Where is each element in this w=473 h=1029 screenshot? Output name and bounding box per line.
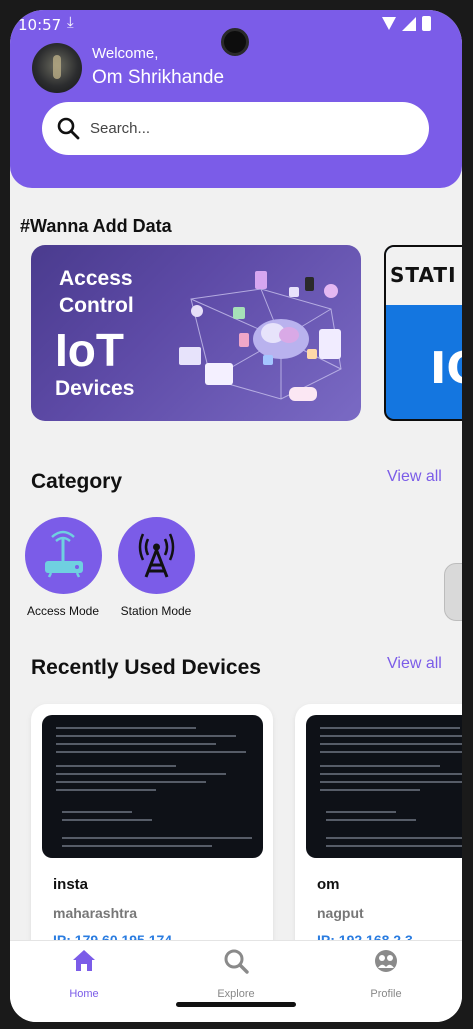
category-label: Station Mode: [120, 604, 192, 618]
banner-line: Control: [59, 294, 134, 317]
thumb-line: [56, 781, 206, 783]
username: Om Shrikhande: [92, 67, 225, 88]
thumb-line: [326, 819, 416, 821]
add-data-title: #Wanna Add Data: [20, 216, 172, 236]
thumb-line: [320, 765, 440, 767]
device-location: nagput: [317, 905, 364, 921]
welcome-text: Welcome,: [92, 45, 159, 62]
app-screen: 10:57 ⤓ Welcome, Om Shrikhande #W: [10, 10, 462, 1022]
search-input[interactable]: [90, 110, 410, 146]
device-location: maharashtra: [53, 905, 138, 921]
download-icon: ⤓: [67, 14, 74, 31]
device-card[interactable]: om nagput IP: 192.168.2.3: [295, 704, 462, 964]
search-icon: [224, 949, 249, 974]
status-icons: [382, 16, 431, 31]
router-icon: [44, 530, 83, 578]
signal-icon: [402, 16, 416, 31]
home-icon: [73, 950, 95, 971]
category-circle: [117, 517, 195, 594]
banner-line: IO: [430, 343, 462, 394]
antenna-tower-icon: [138, 533, 174, 578]
search-bar[interactable]: [42, 102, 429, 155]
nav-explore[interactable]: Explore: [186, 947, 286, 1000]
banner-line: Access: [59, 267, 133, 290]
thumb-line: [56, 789, 156, 791]
battery-icon: [422, 16, 431, 31]
home-indicator: [176, 1002, 296, 1007]
thumb-line: [320, 735, 462, 737]
wifi-icon: [382, 17, 396, 30]
nav-label: Profile: [370, 988, 402, 1000]
category-view-all-link[interactable]: View all: [387, 468, 442, 486]
front-camera: [221, 28, 249, 56]
thumb-line: [62, 845, 212, 847]
avatar[interactable]: [32, 43, 82, 93]
thumb-line: [320, 773, 462, 775]
header: 10:57 ⤓ Welcome, Om Shrikhande: [10, 10, 462, 188]
banner-station[interactable]: STATI IO: [384, 245, 462, 421]
device-name: insta: [53, 876, 89, 893]
nav-profile[interactable]: Profile: [336, 947, 436, 1000]
thumb-line: [326, 845, 462, 847]
bottom-nav: Home Explore Profile: [10, 940, 462, 1022]
thumb-line: [56, 743, 216, 745]
search-icon: [57, 117, 80, 140]
thumb-line: [62, 837, 252, 839]
nav-label: Explore: [217, 988, 255, 1000]
thumb-line: [320, 743, 462, 745]
category-label: Access Mode: [26, 604, 100, 618]
thumb-line: [56, 735, 236, 737]
profile-icon: [375, 950, 397, 972]
banner-line: Devices: [55, 377, 135, 400]
thumb-line: [326, 811, 396, 813]
thumb-line: [320, 751, 462, 753]
category-title: Category: [31, 470, 123, 493]
device-thumbnail: [306, 715, 462, 858]
phone-frame: 10:57 ⤓ Welcome, Om Shrikhande #W: [0, 0, 473, 1029]
banner-access-control[interactable]: Access Control IoT Devices: [31, 245, 361, 421]
thumb-line: [56, 751, 246, 753]
thumb-line: [56, 765, 176, 767]
device-name: om: [317, 876, 340, 893]
thumb-line: [320, 789, 420, 791]
thumb-line: [320, 727, 460, 729]
thumb-line: [326, 837, 462, 839]
recent-devices-title: Recently Used Devices: [31, 656, 261, 679]
category-circle: [24, 517, 102, 594]
iot-illustration: [179, 271, 342, 401]
category-access-mode[interactable]: Access Mode: [23, 517, 103, 618]
status-time: 10:57: [18, 16, 62, 34]
thumb-line: [56, 727, 196, 729]
banner-line: IoT: [55, 324, 124, 376]
category-station-mode[interactable]: Station Mode: [116, 517, 196, 618]
recent-view-all-link[interactable]: View all: [387, 655, 442, 673]
thumb-line: [56, 773, 226, 775]
thumb-line: [320, 781, 462, 783]
nav-home[interactable]: Home: [34, 947, 134, 1000]
device-thumbnail: [42, 715, 263, 858]
nav-label: Home: [69, 988, 99, 1000]
device-card[interactable]: insta maharashtra IP: 179.60.195.174: [31, 704, 273, 964]
thumb-line: [62, 811, 132, 813]
banner-line: STATI: [390, 263, 457, 287]
thumb-line: [62, 819, 152, 821]
floating-side-handle[interactable]: [444, 563, 462, 621]
